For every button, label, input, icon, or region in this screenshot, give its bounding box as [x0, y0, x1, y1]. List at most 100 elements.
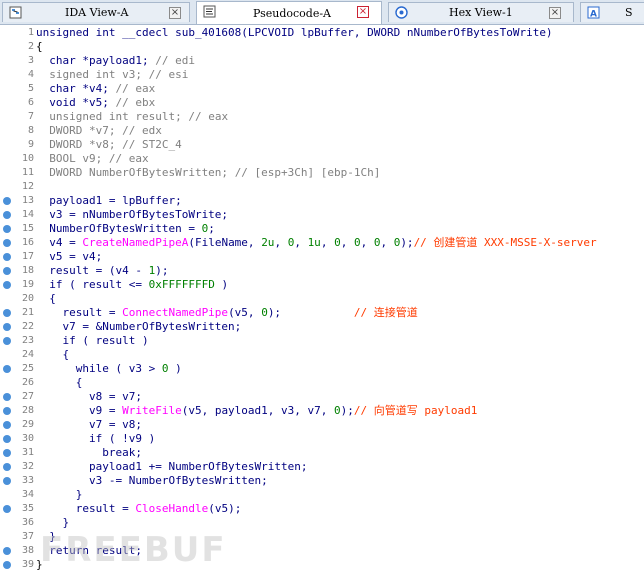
code-line[interactable]: 16 v4 = CreateNamedPipeA(FileName, 2u, 0… — [0, 236, 644, 250]
code-text: while ( v3 > 0 ) — [36, 362, 182, 376]
code-line[interactable]: 33 v3 -= NumberOfBytesWritten; — [0, 474, 644, 488]
function-call: CreateNamedPipeA — [82, 236, 189, 249]
code-line[interactable]: 30 if ( !v9 ) — [0, 432, 644, 446]
breakpoint-dot-icon[interactable] — [3, 281, 11, 289]
breakpoint-dot-icon[interactable] — [3, 225, 11, 233]
code-line[interactable]: 9 DWORD *v8; // ST2C_4 — [0, 138, 644, 152]
close-icon[interactable]: × — [169, 7, 181, 19]
breakpoint-dot-icon[interactable] — [3, 239, 11, 247]
code-token: (v5, — [228, 306, 262, 319]
tab-label: S — [625, 6, 633, 19]
line-number: 12 — [21, 181, 34, 192]
code-line[interactable]: 5 char *v4; // eax — [0, 82, 644, 96]
line-number: 16 — [21, 237, 34, 248]
code-line[interactable]: 1 unsigned int __cdecl sub_401608(LPCVOID… — [0, 26, 644, 40]
code-line[interactable]: 34 } — [0, 488, 644, 502]
code-text: if ( !v9 ) — [36, 432, 155, 446]
code-line[interactable]: 8 DWORD *v7; // edx — [0, 124, 644, 138]
breakpoint-dot-icon[interactable] — [3, 253, 11, 261]
code-token: v7 = &NumberOfBytesWritten; — [36, 320, 242, 333]
breakpoint-dot-icon[interactable] — [3, 561, 11, 569]
code-line[interactable]: 19 if ( result <= 0xFFFFFFFD ) — [0, 278, 644, 292]
code-line[interactable]: 29 v7 = v8; — [0, 418, 644, 432]
code-token: 0 — [334, 236, 341, 249]
breakpoint-dot-icon[interactable] — [3, 211, 11, 219]
pseudocode-editor[interactable]: 1 unsigned int __cdecl sub_401608(LPCVOID… — [0, 25, 644, 580]
code-token: { — [36, 348, 70, 361]
comment: // edi — [155, 54, 195, 67]
breakpoint-dot-icon[interactable] — [3, 477, 11, 485]
code-line[interactable]: 28 v9 = WriteFile(v5, payload1, v3, v7, … — [0, 404, 644, 418]
code-text: DWORD *v7; // edx — [36, 124, 162, 138]
code-token: 2u — [261, 236, 275, 249]
code-line[interactable]: 35 result = CloseHandle(v5); — [0, 502, 644, 516]
code-token: , — [360, 236, 374, 249]
tab-ida-view[interactable]: IDA View-A × — [2, 2, 190, 22]
breakpoint-dot-icon[interactable] — [3, 449, 11, 457]
code-line[interactable]: 31 break; — [0, 446, 644, 460]
breakpoint-dot-icon[interactable] — [3, 393, 11, 401]
code-line[interactable]: 3 char *payload1; // edi — [0, 54, 644, 68]
code-text: DWORD *v8; // ST2C_4 — [36, 138, 181, 152]
breakpoint-dot-icon[interactable] — [3, 337, 11, 345]
code-token: result = (v4 - — [36, 264, 149, 277]
code-token: , — [380, 236, 394, 249]
code-line[interactable]: 20 { — [0, 292, 644, 306]
breakpoint-dot-icon[interactable] — [3, 547, 11, 555]
code-token: break; — [36, 446, 142, 459]
line-number: 36 — [21, 517, 34, 528]
code-line[interactable]: 6 void *v5; // ebx — [0, 96, 644, 110]
breakpoint-dot-icon[interactable] — [3, 463, 11, 471]
function-call: ConnectNamedPipe — [122, 306, 229, 319]
tab-hex-view[interactable]: Hex View-1 × — [388, 2, 574, 22]
code-token: ); — [400, 236, 414, 249]
breakpoint-dot-icon[interactable] — [3, 505, 11, 513]
breakpoint-dot-icon[interactable] — [3, 267, 11, 275]
line-number: 17 — [21, 251, 34, 262]
code-line[interactable]: 7 unsigned int result; // eax — [0, 110, 644, 124]
line-number: 21 — [21, 307, 34, 318]
code-line[interactable]: 13 payload1 = lpBuffer; — [0, 194, 644, 208]
code-line[interactable]: 11 DWORD NumberOfBytesWritten; // [esp+3… — [0, 166, 644, 180]
tab-bar: IDA View-A × Pseudocode-A × Hex View-1 ×… — [0, 0, 644, 25]
breakpoint-dot-icon[interactable] — [3, 197, 11, 205]
code-token: } — [36, 516, 70, 529]
code-line[interactable]: 17 v5 = v4; — [0, 250, 644, 264]
pseudocode-icon — [203, 5, 216, 18]
code-line[interactable]: 32 payload1 += NumberOfBytesWritten; — [0, 460, 644, 474]
code-token: char *v4; — [36, 82, 116, 95]
code-line[interactable]: 2{ — [0, 40, 644, 54]
code-line[interactable]: 18 result = (v4 - 1); — [0, 264, 644, 278]
code-text: BOOL v9; // eax — [36, 152, 148, 166]
hex-view-icon — [395, 6, 408, 19]
tab-pseudocode[interactable]: Pseudocode-A × — [196, 1, 382, 24]
breakpoint-dot-icon[interactable] — [3, 407, 11, 415]
code-line[interactable]: 23 if ( result ) — [0, 334, 644, 348]
breakpoint-dot-icon[interactable] — [3, 421, 11, 429]
line-number: 31 — [21, 447, 34, 458]
close-icon[interactable]: × — [357, 6, 369, 18]
code-line[interactable]: 4 signed int v3; // esi — [0, 68, 644, 82]
close-icon[interactable]: × — [549, 7, 561, 19]
tab-structures[interactable]: A S — [580, 2, 644, 22]
code-line[interactable]: 24 { — [0, 348, 644, 362]
code-line[interactable]: 15 NumberOfBytesWritten = 0; — [0, 222, 644, 236]
code-text: { — [36, 348, 69, 362]
code-line[interactable]: 26 { — [0, 376, 644, 390]
code-line[interactable]: 27 v8 = v7; — [0, 390, 644, 404]
code-text: char *v4; // eax — [36, 82, 155, 96]
breakpoint-dot-icon[interactable] — [3, 365, 11, 373]
code-line[interactable]: 25 while ( v3 > 0 ) — [0, 362, 644, 376]
breakpoint-dot-icon[interactable] — [3, 435, 11, 443]
code-line[interactable]: 21 result = ConnectNamedPipe(v5, 0); // … — [0, 306, 644, 320]
breakpoint-dot-icon[interactable] — [3, 323, 11, 331]
code-token: ); — [340, 404, 354, 417]
breakpoint-dot-icon[interactable] — [3, 309, 11, 317]
code-token: v9 = — [36, 404, 123, 417]
line-number: 35 — [21, 503, 34, 514]
code-line[interactable]: 14 v3 = nNumberOfBytesToWrite; — [0, 208, 644, 222]
code-line[interactable]: 36 } — [0, 516, 644, 530]
code-line[interactable]: 12 — [0, 180, 644, 194]
code-line[interactable]: 10 BOOL v9; // eax — [0, 152, 644, 166]
code-line[interactable]: 22 v7 = &NumberOfBytesWritten; — [0, 320, 644, 334]
